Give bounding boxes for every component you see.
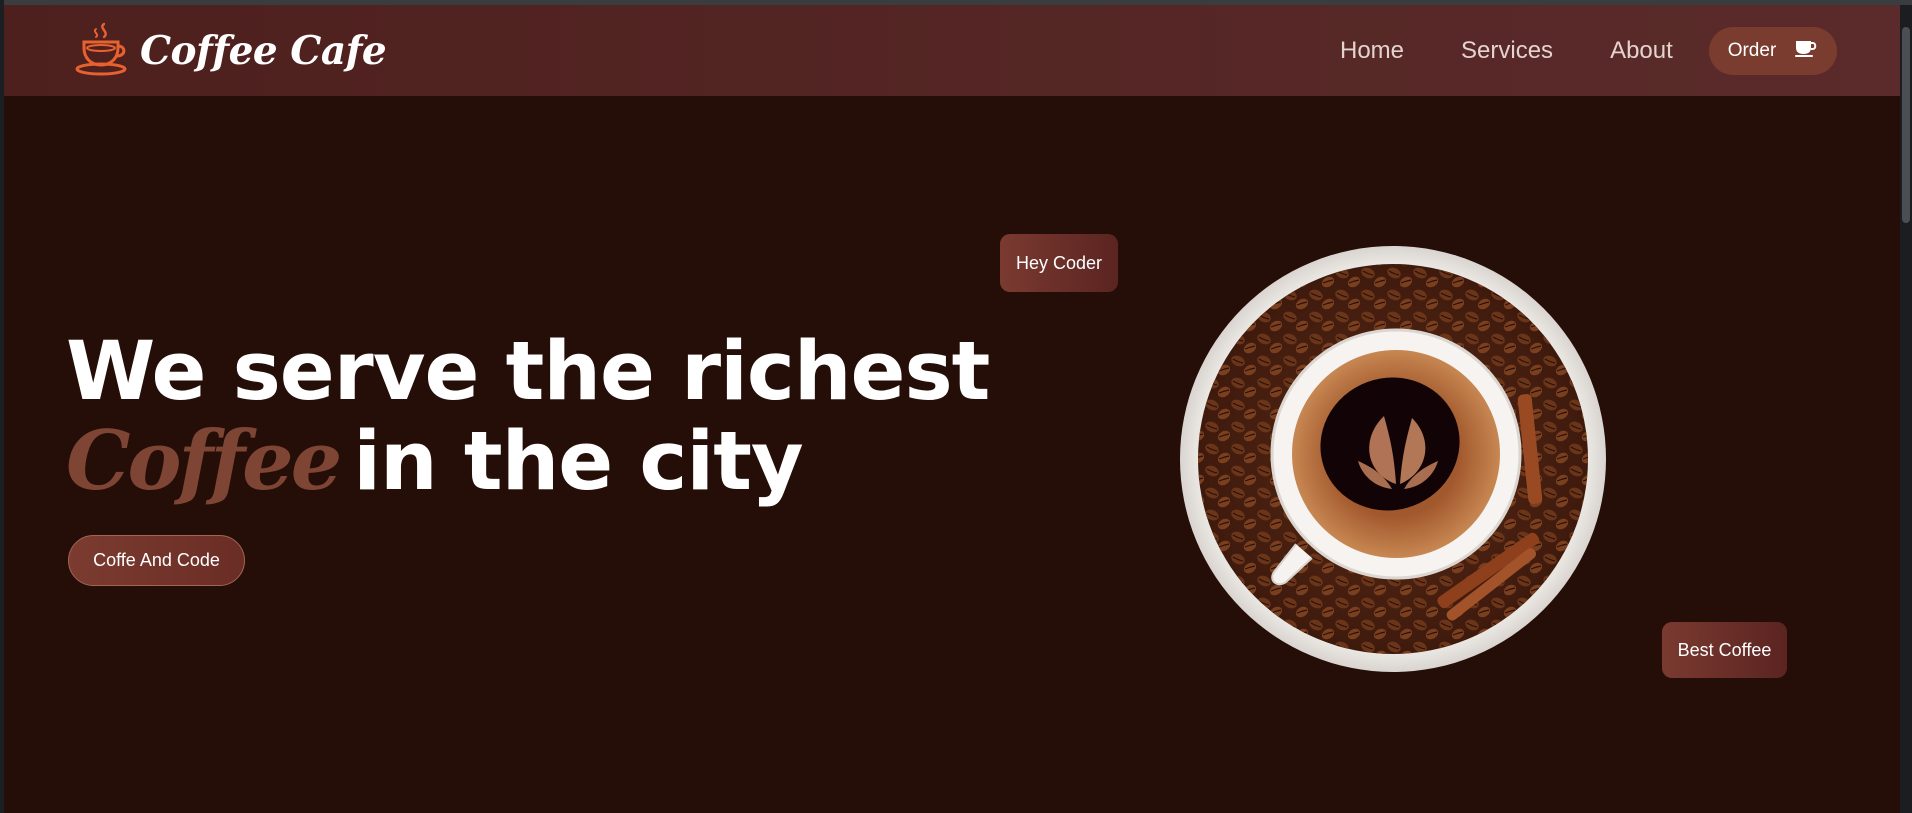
- coffe-and-code-button[interactable]: Coffe And Code: [68, 535, 245, 586]
- order-button-label: Order: [1727, 40, 1777, 61]
- navbar: Coffee Cafe Home Services About Order: [4, 5, 1900, 96]
- coffee-cup-logo-icon: [74, 20, 132, 82]
- brand-name: Coffee Cafe: [140, 28, 387, 74]
- hero-heading-line-1: We serve the richest: [66, 325, 990, 419]
- nav-links: Home Services About: [1340, 5, 1730, 96]
- hero-accent-word: Coffee: [66, 414, 342, 509]
- coffee-cup-image: [1178, 244, 1608, 674]
- order-button[interactable]: Order: [1709, 27, 1837, 75]
- hero-heading-rest: in the city: [353, 415, 803, 509]
- nav-link-about[interactable]: About: [1610, 37, 1673, 65]
- best-coffee-tag: Best Coffee: [1662, 622, 1787, 678]
- page: Coffee Cafe Home Services About Order We…: [0, 0, 1912, 813]
- brand[interactable]: Coffee Cafe: [74, 20, 387, 82]
- hero-heading-line-2: Coffee in the city: [66, 414, 804, 510]
- hey-coder-tag: Hey Coder: [1000, 234, 1118, 292]
- scrollbar[interactable]: [1900, 5, 1912, 813]
- nav-link-home[interactable]: Home: [1340, 37, 1404, 65]
- nav-link-services[interactable]: Services: [1461, 37, 1553, 65]
- scrollbar-thumb[interactable]: [1902, 27, 1910, 223]
- coffee-cup-icon: [1776, 38, 1818, 64]
- window-left-edge: [0, 0, 4, 813]
